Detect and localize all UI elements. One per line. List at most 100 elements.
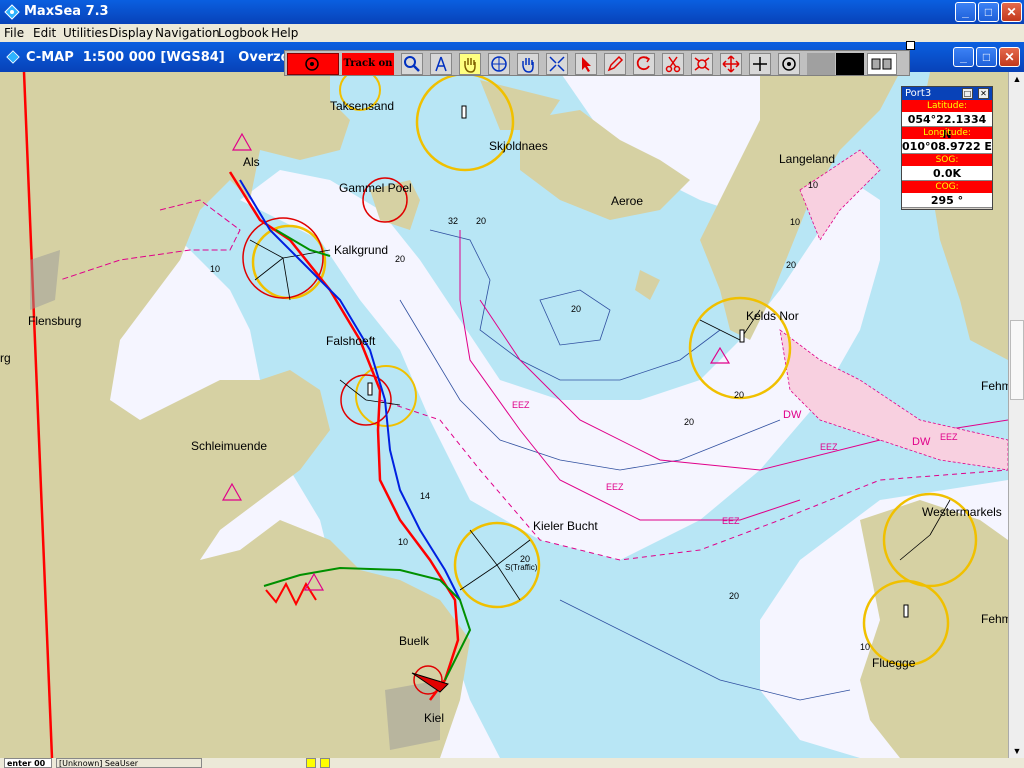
label-taksensand: Taksensand <box>330 99 394 113</box>
compass-button[interactable] <box>430 53 452 75</box>
circle-target-icon <box>491 56 507 72</box>
chart-close-button[interactable]: ✕ <box>999 47 1020 67</box>
chart-maximize-button[interactable]: □ <box>976 47 997 67</box>
nautical-chart[interactable]: Taksensand Als Skjoldnaes Langeland Gamm… <box>0 72 1008 758</box>
scroll-up-arrow-icon[interactable]: ▲ <box>1010 72 1024 86</box>
scroll-down-arrow-icon[interactable]: ▼ <box>1010 744 1024 758</box>
label-langeland: Langeland <box>779 152 835 166</box>
chart-window-title: C-MAP 1:500 000 [WGS84] Overzoom <box>26 50 313 65</box>
menu-file[interactable]: File <box>4 26 24 40</box>
longitude-value: 010°08.9722 E <box>902 139 992 154</box>
label-buelk: Buelk <box>399 634 430 648</box>
track-on-button[interactable]: Track on <box>342 53 394 75</box>
pencil-button[interactable] <box>604 53 626 75</box>
app-titlebar: MaxSea 7.3 _ □ ✕ <box>0 0 1024 24</box>
pan-hand-button[interactable] <box>459 53 481 75</box>
close-button[interactable]: ✕ <box>1001 2 1022 22</box>
port-panel-header: Port3 □ ✕ <box>902 87 992 100</box>
port-panel-title: Port3 <box>905 88 932 99</box>
label-aeroe: Aeroe <box>611 194 643 208</box>
depth-label: 20 <box>476 216 486 226</box>
depth-label: 32 <box>448 216 458 226</box>
minimize-button[interactable]: _ <box>955 2 976 22</box>
toolbar-close-button[interactable] <box>906 41 915 50</box>
depth-label: 20 <box>571 304 581 314</box>
bug-icon <box>694 57 710 71</box>
scissors-button[interactable] <box>662 53 684 75</box>
label-westermarkels: Westermarkels <box>922 505 1002 519</box>
record-icon <box>305 57 319 71</box>
label-gammel-poel: Gammel Poel <box>339 181 412 195</box>
label-als: Als <box>243 155 260 169</box>
label-falshoeft: Falshoeft <box>326 334 376 348</box>
label-fehm-south: Fehm <box>981 612 1008 626</box>
move-arrows-button[interactable] <box>720 53 742 75</box>
compass-icon <box>435 56 447 72</box>
depth-label: 10 <box>210 264 220 274</box>
label-kieler-bucht: Kieler Bucht <box>533 519 598 533</box>
sog-value: 0.0K <box>902 166 992 181</box>
zone-label: EEZ <box>512 400 530 410</box>
menu-bar: File Edit Utilities Display Navigation L… <box>0 24 1024 42</box>
depth-label: 14 <box>420 491 430 501</box>
label-traffic: S(Traffic) <box>505 563 538 572</box>
record-button[interactable] <box>287 53 339 75</box>
depth-label: 10 <box>808 180 818 190</box>
status-cell-user: [Unknown] SeaUser <box>56 758 202 768</box>
menu-logbook[interactable]: Logbook <box>218 26 269 40</box>
maximize-button[interactable]: □ <box>978 2 999 22</box>
chart-window-icon <box>6 50 20 64</box>
maxsea-app-icon <box>4 4 20 20</box>
label-fehm-north: Fehm <box>981 379 1008 393</box>
label-edge: rg <box>0 351 11 365</box>
app-title: MaxSea 7.3 <box>24 4 109 19</box>
depth-label: 10 <box>860 642 870 652</box>
depth-label: 10 <box>790 217 800 227</box>
crosshair-button[interactable] <box>749 53 771 75</box>
status-bar: enter 00 [Unknown] SeaUser <box>0 758 1024 768</box>
pointer-button[interactable] <box>575 53 597 75</box>
shrink-icon <box>549 56 565 72</box>
label-flensburg: Flensburg <box>28 314 81 328</box>
scrollbar-thumb[interactable] <box>1010 320 1024 400</box>
longitude-label: Longitude: <box>902 127 992 139</box>
zone-label: EEZ <box>722 516 740 526</box>
chart-canvas[interactable]: Taksensand Als Skjoldnaes Langeland Gamm… <box>0 72 1008 758</box>
depth-label: 20 <box>395 254 405 264</box>
chart-minimize-button[interactable]: _ <box>953 47 974 67</box>
bug-button[interactable] <box>691 53 713 75</box>
hand-icon <box>522 58 534 73</box>
zone-label: DW <box>783 409 802 421</box>
port-panel-close-button[interactable]: ✕ <box>978 88 989 99</box>
depth-label: 20 <box>729 591 739 601</box>
hand-button[interactable] <box>517 53 539 75</box>
status-indicator-icon <box>306 758 316 768</box>
circle-target-button[interactable] <box>488 53 510 75</box>
zone-label: EEZ <box>606 482 624 492</box>
zoom-button[interactable] <box>401 53 423 75</box>
layers-button[interactable] <box>867 53 897 75</box>
port-data-panel: Port3 □ ✕ Latitude: 054°22.1334 N Longit… <box>901 86 993 210</box>
menu-edit[interactable]: Edit <box>33 26 56 40</box>
land-fehmarn <box>860 500 1008 758</box>
port-panel-maximize-button[interactable]: □ <box>962 88 973 99</box>
label-schleimuende: Schleimuende <box>191 439 267 453</box>
scissors-icon <box>665 56 681 73</box>
menu-utilities[interactable]: Utilities <box>63 26 108 40</box>
menu-navigation[interactable]: Navigation <box>155 26 220 40</box>
target-button[interactable] <box>778 53 800 75</box>
latitude-label: Latitude: <box>902 100 992 112</box>
depth-label: 10 <box>398 537 408 547</box>
menu-display[interactable]: Display <box>109 26 153 40</box>
status-cell-input[interactable]: enter 00 <box>4 758 52 768</box>
layers-icon <box>871 58 892 70</box>
vertical-scrollbar[interactable]: ▲ ▼ <box>1008 72 1024 758</box>
depth-label: 20 <box>786 260 796 270</box>
pan-hand-icon <box>464 58 476 73</box>
toolbar-color-well[interactable] <box>836 53 864 75</box>
depth-label: 20 <box>684 417 694 427</box>
shrink-button[interactable] <box>546 53 568 75</box>
pencil-icon <box>607 55 624 72</box>
menu-help[interactable]: Help <box>271 26 298 40</box>
rotate-button[interactable] <box>633 53 655 75</box>
